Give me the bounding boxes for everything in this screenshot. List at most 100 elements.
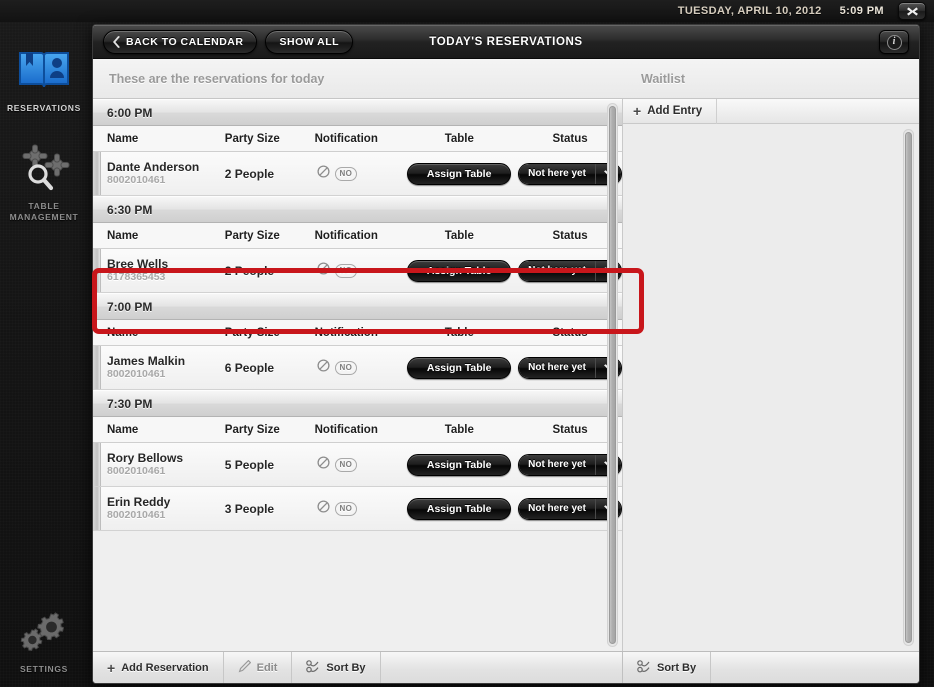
time-group-header: 7:00 PM	[93, 293, 622, 320]
column-header-name: Name	[107, 326, 139, 339]
waitlist-caption: Waitlist	[641, 71, 685, 86]
sidebar-item-label: SETTINGS	[19, 664, 69, 674]
info-icon[interactable]: i	[879, 30, 909, 54]
table-cell: Assign Table	[400, 497, 518, 520]
time-group-header: 6:00 PM	[93, 99, 622, 126]
waitlist-entries-area[interactable]	[623, 124, 919, 651]
column-header-name: Name	[107, 423, 139, 436]
notification-wrap: NO	[309, 164, 401, 183]
assign-table-button[interactable]: Assign Table	[407, 356, 512, 379]
toolbar-button-sort-by[interactable]: Sort By	[623, 652, 712, 683]
sidebar-item-settings[interactable]: SETTINGS	[0, 603, 88, 675]
assign-table-button[interactable]: Assign Table	[407, 497, 512, 520]
notification-cell: NO	[309, 358, 401, 377]
party-size-value: 2 People	[224, 166, 275, 181]
party-size-cell: 3 People	[213, 500, 309, 518]
reservations-list: 6:00 PM Name Party Size Notification Table St…	[93, 99, 622, 531]
add-entry-button[interactable]: + Add Entry	[623, 98, 718, 124]
back-to-calendar-button[interactable]: BACK TO CALENDAR	[103, 29, 258, 54]
toolbar-button-add-reservation[interactable]: + Add Reservation	[93, 652, 224, 683]
status-button[interactable]: Not here yet	[519, 260, 596, 281]
table-row: Bree Wells 6178365453 2 People NO Assign Tab…	[93, 249, 622, 293]
waitlist-caption-area: Waitlist	[623, 59, 919, 98]
status-button[interactable]: Not here yet	[519, 498, 596, 519]
column-header-name: Name	[107, 132, 139, 145]
notification-wrap: NO	[309, 261, 401, 280]
notification-wrap: NO	[309, 455, 401, 474]
show-all-button[interactable]: SHOW ALL	[265, 29, 354, 54]
gears-icon	[0, 603, 88, 659]
notification-cell: NO	[309, 499, 401, 518]
table-cell: Assign Table	[400, 356, 518, 379]
window-titlebar: BACK TO CALENDAR SHOW ALL TODAY'S RESERV…	[93, 25, 919, 59]
notification-badge: NO	[334, 457, 358, 472]
reservations-scrollbar[interactable]	[607, 103, 618, 647]
reservation-name-cell: Bree Wells 6178365453	[93, 257, 213, 284]
sidebar-item-reservations[interactable]: RESERVATIONS	[0, 42, 88, 114]
reservations-caption: These are the reservations for today	[109, 71, 325, 86]
reservations-caption-area: These are the reservations for today	[93, 59, 623, 98]
toolbar-filler	[711, 652, 919, 683]
status-button[interactable]: Not here yet	[519, 163, 596, 184]
assign-table-button[interactable]: Assign Table	[407, 162, 512, 185]
sidebar-item-label: RESERVATIONS	[6, 103, 82, 113]
system-time: 5:09 PM	[839, 5, 884, 17]
waitlist-pane: + Add Entry	[623, 98, 919, 651]
party-size-cell: 5 People	[213, 456, 309, 474]
status-button[interactable]: Not here yet	[519, 454, 596, 475]
reservations-scroll-area[interactable]: 6:00 PM Name Party Size Notification Table St…	[93, 99, 622, 651]
status-button[interactable]: Not here yet	[519, 357, 596, 378]
assign-table-button[interactable]: Assign Table	[407, 259, 512, 282]
sidebar-item-label: TABLE MANAGEMENT	[0, 201, 88, 223]
party-size-value: 5 People	[224, 457, 275, 472]
party-size-cell: 2 People	[213, 262, 309, 280]
waitlist-scrollbar-thumb[interactable]	[905, 132, 912, 643]
toolbar-button-edit[interactable]: Edit	[224, 652, 293, 683]
no-entry-icon	[316, 164, 330, 183]
pencil-icon	[238, 659, 251, 676]
notification-cell: NO	[309, 164, 401, 183]
app-sidebar: RESERVATIONS TABLE MANAGEMENT SETTINGS	[0, 22, 88, 687]
notification-badge: NO	[334, 263, 358, 278]
info-glyph: i	[886, 34, 902, 50]
column-header-row: Name Party Size Notification Table Status	[93, 417, 622, 443]
assign-table-button[interactable]: Assign Table	[407, 453, 512, 476]
table-row: Rory Bellows 8002010461 5 People NO Assign T…	[93, 443, 622, 487]
sidebar-label-line1: TABLE	[28, 201, 60, 211]
customer-name: James Malkin	[107, 354, 186, 368]
toolbar-button-label: Sort By	[657, 661, 697, 674]
bottom-toolbar: + Add Reservation Edit Sort By Sort By	[93, 651, 919, 683]
customer-name: Bree Wells	[107, 257, 169, 271]
close-x-glyph	[906, 6, 918, 16]
tables-search-icon	[0, 140, 88, 196]
open-book-person-icon	[0, 42, 88, 98]
close-icon[interactable]	[898, 2, 926, 20]
show-all-label: SHOW ALL	[279, 35, 340, 48]
toolbar-button-sort-by[interactable]: Sort By	[292, 652, 381, 683]
toolbar-button-label: Edit	[256, 661, 278, 674]
column-header-party-size: Party Size	[224, 132, 280, 145]
table-cell: Assign Table	[400, 453, 518, 476]
table-row: Erin Reddy 8002010461 3 People NO Assign Tab…	[93, 487, 622, 531]
notification-badge: NO	[334, 501, 358, 516]
reservation-name-cell: Rory Bellows 8002010461	[93, 451, 213, 478]
column-header-party-size: Party Size	[224, 423, 280, 436]
column-header-party-size: Party Size	[224, 229, 280, 242]
system-status-bar: TUESDAY, APRIL 10, 2012 5:09 PM	[0, 0, 934, 22]
sidebar-item-table-management[interactable]: TABLE MANAGEMENT	[0, 140, 88, 223]
column-header-notification: Notification	[314, 326, 378, 339]
party-size-cell: 6 People	[213, 359, 309, 377]
back-to-calendar-label: BACK TO CALENDAR	[126, 35, 244, 48]
column-header-table: Table	[444, 132, 474, 145]
column-header-party-size: Party Size	[224, 326, 280, 339]
sort-icon	[306, 659, 320, 676]
toolbar-filler	[381, 652, 622, 683]
waitlist-scrollbar[interactable]	[903, 129, 914, 646]
time-group-header: 6:30 PM	[93, 196, 622, 223]
reservations-scrollbar-thumb[interactable]	[609, 106, 616, 644]
table-row: James Malkin 8002010461 6 People NO Assign T…	[93, 346, 622, 390]
toolbar-button-label: Add Reservation	[121, 661, 209, 674]
column-header-table: Table	[444, 229, 474, 242]
party-size-cell: 2 People	[213, 165, 309, 183]
party-size-value: 2 People	[224, 263, 275, 278]
